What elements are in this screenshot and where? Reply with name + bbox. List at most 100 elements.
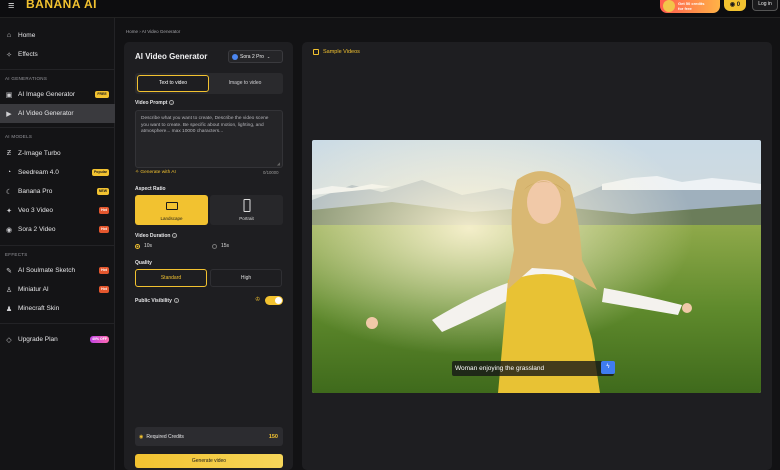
prompt-textarea[interactable]: Describe what you want to create, Descri…	[135, 110, 283, 168]
coin-icon: ◉	[729, 2, 736, 8]
model-select[interactable]: Sora 2 Pro ⌄	[228, 50, 283, 63]
page-title: AI Video Generator	[135, 52, 208, 61]
sidebar-item-label: Upgrade Plan	[18, 336, 58, 343]
sidebar-item-image-generator[interactable]: ▣ AI Image Generator FREE	[0, 85, 115, 104]
sparkle-icon: ✧	[6, 51, 12, 59]
coin-icon: ◉	[139, 433, 144, 440]
credit-count: 0	[736, 2, 741, 8]
login-button[interactable]: Log in	[752, 0, 778, 11]
aspect-label: Landscape	[160, 216, 183, 221]
resize-handle-icon[interactable]: ◢	[277, 161, 280, 166]
aspect-label: Portrait	[239, 216, 254, 221]
radio-selected-icon	[135, 243, 140, 249]
quality-standard-button[interactable]: Standard	[135, 269, 207, 287]
image-icon: ▣	[5, 91, 13, 99]
quality-high-button[interactable]: High	[210, 269, 282, 287]
banana-icon: ☾	[5, 188, 13, 196]
public-visibility-toggle[interactable]	[265, 296, 283, 305]
hot-badge: Hot	[99, 226, 109, 233]
info-icon[interactable]: i	[173, 298, 179, 304]
sidebar-item-label: Minecraft Skin	[18, 305, 60, 312]
sample-videos-heading: Sample Videos	[313, 49, 360, 55]
free-badge: FREE	[95, 91, 109, 98]
duration-10s-radio[interactable]: 10s	[135, 243, 152, 249]
aspect-landscape-option[interactable]: Landscape	[135, 195, 208, 225]
sample-videos-panel: Sample Videos Woman enjoying the grassla…	[302, 42, 772, 470]
duration-label: Video Duration i	[135, 233, 178, 239]
sidebar: ⌂ Home ✧ Effects AI GENERATIONS ▣ AI Ima…	[0, 18, 115, 470]
breadcrumb[interactable]: Home › AI Video Generator	[126, 29, 180, 34]
divider	[0, 245, 115, 246]
sidebar-item-veo-3[interactable]: ✦ Veo 3 Video Hot	[0, 201, 115, 220]
sidebar-item-soulmate-sketch[interactable]: ✎ AI Soulmate Sketch Hot	[0, 261, 115, 280]
promo-banner[interactable]: Get 50 credits for free	[660, 0, 720, 13]
sidebar-item-label: Home	[18, 32, 36, 39]
figure-icon: ♙	[5, 286, 13, 294]
portrait-icon	[243, 199, 250, 212]
sidebar-item-video-generator[interactable]: ▶ AI Video Generator	[0, 104, 115, 123]
aspect-portrait-option[interactable]: Portrait	[210, 195, 283, 225]
section-label: EFFECTS	[5, 252, 28, 257]
required-credits-value: 150	[268, 433, 278, 440]
video-icon: ▶	[6, 110, 12, 118]
divider	[0, 323, 115, 324]
quality-label: Quality	[135, 260, 152, 266]
tab-text-to-video[interactable]: Text to video	[137, 75, 209, 92]
app-logo[interactable]: BANANA AI	[26, 0, 97, 11]
generate-with-ai-button[interactable]: ✧ Generate with AI	[135, 170, 176, 175]
landscape-icon	[165, 202, 178, 210]
divider	[0, 127, 115, 128]
chevron-down-icon: ⌄	[266, 54, 271, 59]
sidebar-item-sora-2[interactable]: ◉ Sora 2 Video Hot	[0, 220, 115, 239]
crown-icon: ♔	[255, 297, 261, 303]
sample-video-frame	[312, 140, 761, 393]
prompt-placeholder: Describe what you want to create, Descri…	[141, 116, 269, 134]
sidebar-item-label: Sora 2 Video	[18, 226, 56, 233]
sidebar-item-z-image-turbo[interactable]: Ƶ Z-Image Turbo	[0, 144, 115, 163]
sample-video-player[interactable]: Woman enjoying the grassland ϟ	[312, 140, 761, 393]
visibility-label-text: Public Visibility	[135, 298, 172, 304]
sidebar-item-label: Veo 3 Video	[18, 207, 53, 214]
required-credits-row: ◉ Required Credits 150	[135, 427, 283, 446]
info-icon[interactable]: i	[172, 233, 178, 239]
info-icon[interactable]: i	[169, 100, 175, 106]
mode-tabs: Text to video Image to video	[135, 73, 283, 94]
sidebar-item-seedream[interactable]: ◔ Seedream 4.0 Popular	[0, 163, 115, 182]
generate-with-ai-label: Generate with AI	[140, 170, 176, 175]
sidebar-item-label: Banana Pro	[18, 188, 53, 195]
bolt-icon[interactable]: ϟ	[601, 361, 615, 374]
sidebar-item-upgrade-plan[interactable]: ◇ Upgrade Plan 40% OFF	[0, 330, 115, 349]
visibility-label: Public Visibility i	[135, 298, 179, 304]
section-label: AI MODELS	[5, 134, 33, 139]
duration-15s-radio[interactable]: 15s	[212, 243, 229, 249]
generator-panel: AI Video Generator Sora 2 Pro ⌄ Text to …	[124, 42, 293, 470]
required-credits-label: Required Credits	[146, 433, 184, 440]
sidebar-item-label: Effects	[18, 51, 38, 58]
sidebar-item-banana-pro[interactable]: ☾ Banana Pro NEW	[0, 182, 115, 201]
radio-unselected-icon	[212, 243, 217, 249]
sample-videos-title: Sample Videos	[323, 49, 360, 55]
sidebar-item-label: AI Soulmate Sketch	[18, 267, 76, 274]
top-bar: ≡ BANANA AI Get 50 credits for free ◉ 0 …	[0, 0, 780, 18]
radio-label: 10s	[144, 243, 153, 249]
model-icon	[232, 53, 238, 60]
sidebar-item-label: Miniatur AI	[18, 286, 49, 293]
sidebar-item-home[interactable]: ⌂ Home	[0, 26, 115, 45]
sidebar-item-effects[interactable]: ✧ Effects	[0, 45, 115, 64]
veo-icon: ✦	[6, 207, 12, 215]
prompt-label: Video Prompt i	[135, 100, 175, 106]
sora-icon: ◉	[5, 226, 13, 234]
prompt-label-text: Video Prompt	[135, 100, 168, 106]
gift-icon	[663, 0, 675, 12]
generate-video-button[interactable]: Generate video	[135, 454, 283, 468]
menu-icon[interactable]: ≡	[8, 0, 14, 12]
duration-label-text: Video Duration	[135, 233, 171, 239]
sidebar-item-minecraft-skin[interactable]: ♟ Minecraft Skin	[0, 299, 115, 318]
sidebar-item-miniatur-ai[interactable]: ♙ Miniatur AI Hot	[0, 280, 115, 299]
sidebar-item-label: AI Video Generator	[18, 110, 74, 117]
hot-badge: Hot	[99, 207, 109, 214]
credit-balance[interactable]: ◉ 0	[724, 0, 746, 11]
tab-image-to-video[interactable]: Image to video	[209, 75, 281, 92]
magic-wand-icon: ✧	[135, 170, 140, 175]
section-label: AI GENERATIONS	[5, 76, 48, 81]
